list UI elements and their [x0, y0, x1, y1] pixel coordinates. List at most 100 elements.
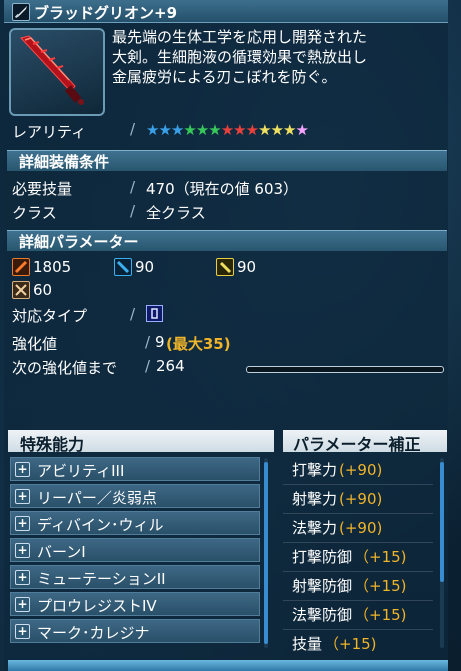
abilities-scrollbar[interactable] — [264, 458, 268, 648]
section-title: 詳細パラメーター — [19, 233, 139, 251]
grind-progress-bar — [246, 366, 444, 373]
ability-name: バーンI — [37, 543, 86, 561]
parameter-bonus-item: 射撃防御 （+15) — [292, 575, 407, 596]
ranged-attack-icon — [114, 258, 132, 276]
ability-item[interactable]: + バーンI — [10, 538, 260, 562]
separator: / — [130, 120, 136, 138]
dex-icon — [12, 281, 30, 299]
expand-icon[interactable]: + — [15, 543, 30, 558]
weapon-image — [9, 28, 105, 116]
expand-icon[interactable]: + — [15, 570, 30, 585]
rarity-star-6: ★ — [208, 121, 221, 139]
melee-attack-icon — [12, 258, 30, 276]
bonus-label: 打撃防御 — [292, 548, 353, 566]
expand-icon[interactable]: + — [15, 516, 30, 531]
parameter-bonus-item: 法撃防御 （+15) — [292, 604, 407, 625]
required-skill-value: 470（現在の値 603） — [146, 180, 299, 198]
divider — [283, 629, 433, 630]
bonus-value: (+90) — [339, 490, 383, 508]
bonus-value: （+15) — [354, 577, 407, 595]
section-title: 詳細装備条件 — [19, 153, 110, 171]
weapon-type-icon — [146, 305, 163, 322]
parameter-bonus-item: 射撃力 (+90) — [292, 488, 382, 509]
special-abilities-title: 特殊能力 — [20, 435, 85, 454]
rarity-star-4: ★ — [183, 121, 196, 139]
dex-stat: 60 — [12, 281, 52, 299]
melee-attack-value: 1805 — [33, 258, 72, 276]
tech-attack-icon — [216, 258, 234, 276]
parameter-bonus-title: パラメーター補正 — [293, 435, 421, 454]
ability-item[interactable]: + リーパー／炎弱点 — [10, 484, 260, 508]
ability-item[interactable]: + マーク･カレジナ — [10, 619, 260, 643]
rarity-star-12: ★ — [282, 121, 296, 139]
rarity-star-1: ★ — [146, 121, 159, 139]
rarity-star-3: ★ — [170, 121, 184, 139]
ability-item[interactable]: + ディバイン･ウィル — [10, 511, 260, 535]
rarity-star-11: ★ — [270, 121, 284, 139]
expand-icon[interactable]: + — [15, 624, 30, 639]
rarity-star-8: ★ — [233, 121, 246, 139]
bonus-value: (+90) — [339, 519, 383, 537]
parameter-bonus-item: 法撃力 (+90) — [292, 517, 382, 538]
separator: / — [130, 178, 136, 196]
divider — [283, 571, 433, 572]
rarity-star-5: ★ — [195, 121, 209, 139]
grind-max: (最大35) — [166, 335, 231, 353]
rarity-star-10: ★ — [258, 121, 271, 139]
expand-icon[interactable]: + — [15, 489, 30, 504]
bonus-label: 射撃防御 — [292, 577, 353, 595]
ability-name: マーク･カレジナ — [37, 624, 150, 642]
expand-icon[interactable]: + — [15, 462, 30, 477]
grind-label: 強化値 — [12, 335, 58, 353]
bonus-label: 法撃力 — [292, 519, 338, 537]
divider — [283, 513, 433, 514]
expand-icon[interactable]: + — [15, 597, 30, 612]
ranged-attack-value: 90 — [135, 258, 155, 276]
rarity-star-13: ★ — [295, 121, 308, 139]
bonus-label: 法撃防御 — [292, 606, 353, 624]
dex-value: 60 — [33, 281, 53, 299]
parameter-bonus-header: パラメーター補正 — [283, 430, 447, 454]
divider — [283, 542, 433, 543]
ability-name: リーパー／炎弱点 — [37, 489, 157, 507]
bonus-label: 打撃力 — [292, 461, 338, 479]
class-value: 全クラス — [146, 204, 206, 222]
bonus-label: 技量 — [292, 635, 323, 653]
separator: / — [130, 305, 136, 323]
rarity-star-2: ★ — [158, 121, 171, 139]
title-bar: ブラッドグリオン+9 — [4, 0, 448, 23]
divider — [283, 484, 433, 485]
class-label: クラス — [12, 204, 57, 222]
section-equip-conditions: 詳細装備条件 — [7, 150, 447, 171]
separator: / — [145, 333, 151, 351]
bonus-value: （+15) — [354, 548, 407, 566]
item-description: 最先端の生体工学を応用し開発された 大剣。生細胞液の循環効果で熱放出し 金属疲労… — [112, 28, 368, 86]
separator: / — [130, 202, 136, 220]
abilities-scroll-thumb[interactable] — [264, 462, 268, 644]
next-grind-value: 264 — [156, 357, 185, 375]
separator: / — [145, 357, 151, 375]
bonus-scroll-thumb[interactable] — [440, 462, 444, 582]
bonus-value: （+15) — [354, 606, 407, 624]
section-parameters: 詳細パラメーター — [7, 230, 447, 251]
bonus-value: （+15) — [324, 635, 377, 653]
ability-item[interactable]: + ミューテーションII — [10, 565, 260, 589]
parameter-bonus-item: 技量 （+15) — [292, 633, 377, 654]
parameter-bonus-item: 打撃力 (+90) — [292, 459, 382, 480]
bonus-scrollbar[interactable] — [440, 458, 444, 648]
bottom-edge-bar — [8, 660, 448, 671]
ability-item[interactable]: + プロウレジストIV — [10, 592, 260, 616]
required-skill-label: 必要技量 — [12, 180, 73, 198]
special-abilities-header: 特殊能力 — [8, 430, 274, 454]
ability-name: アビリティIII — [37, 462, 125, 480]
next-grind-label: 次の強化値まで — [12, 359, 118, 377]
grind-value: 9 — [155, 333, 165, 351]
bonus-label: 射撃力 — [292, 490, 338, 508]
ability-name: プロウレジストIV — [37, 597, 157, 615]
ability-item[interactable]: + アビリティIII — [10, 457, 260, 481]
parameter-bonus-item: 打撃防御 （+15) — [292, 546, 407, 567]
rarity-star-7: ★ — [220, 121, 234, 139]
weapon-type-label: 対応タイプ — [12, 307, 88, 325]
rarity-label: レアリティ — [12, 123, 87, 141]
ability-name: ミューテーションII — [37, 570, 166, 588]
